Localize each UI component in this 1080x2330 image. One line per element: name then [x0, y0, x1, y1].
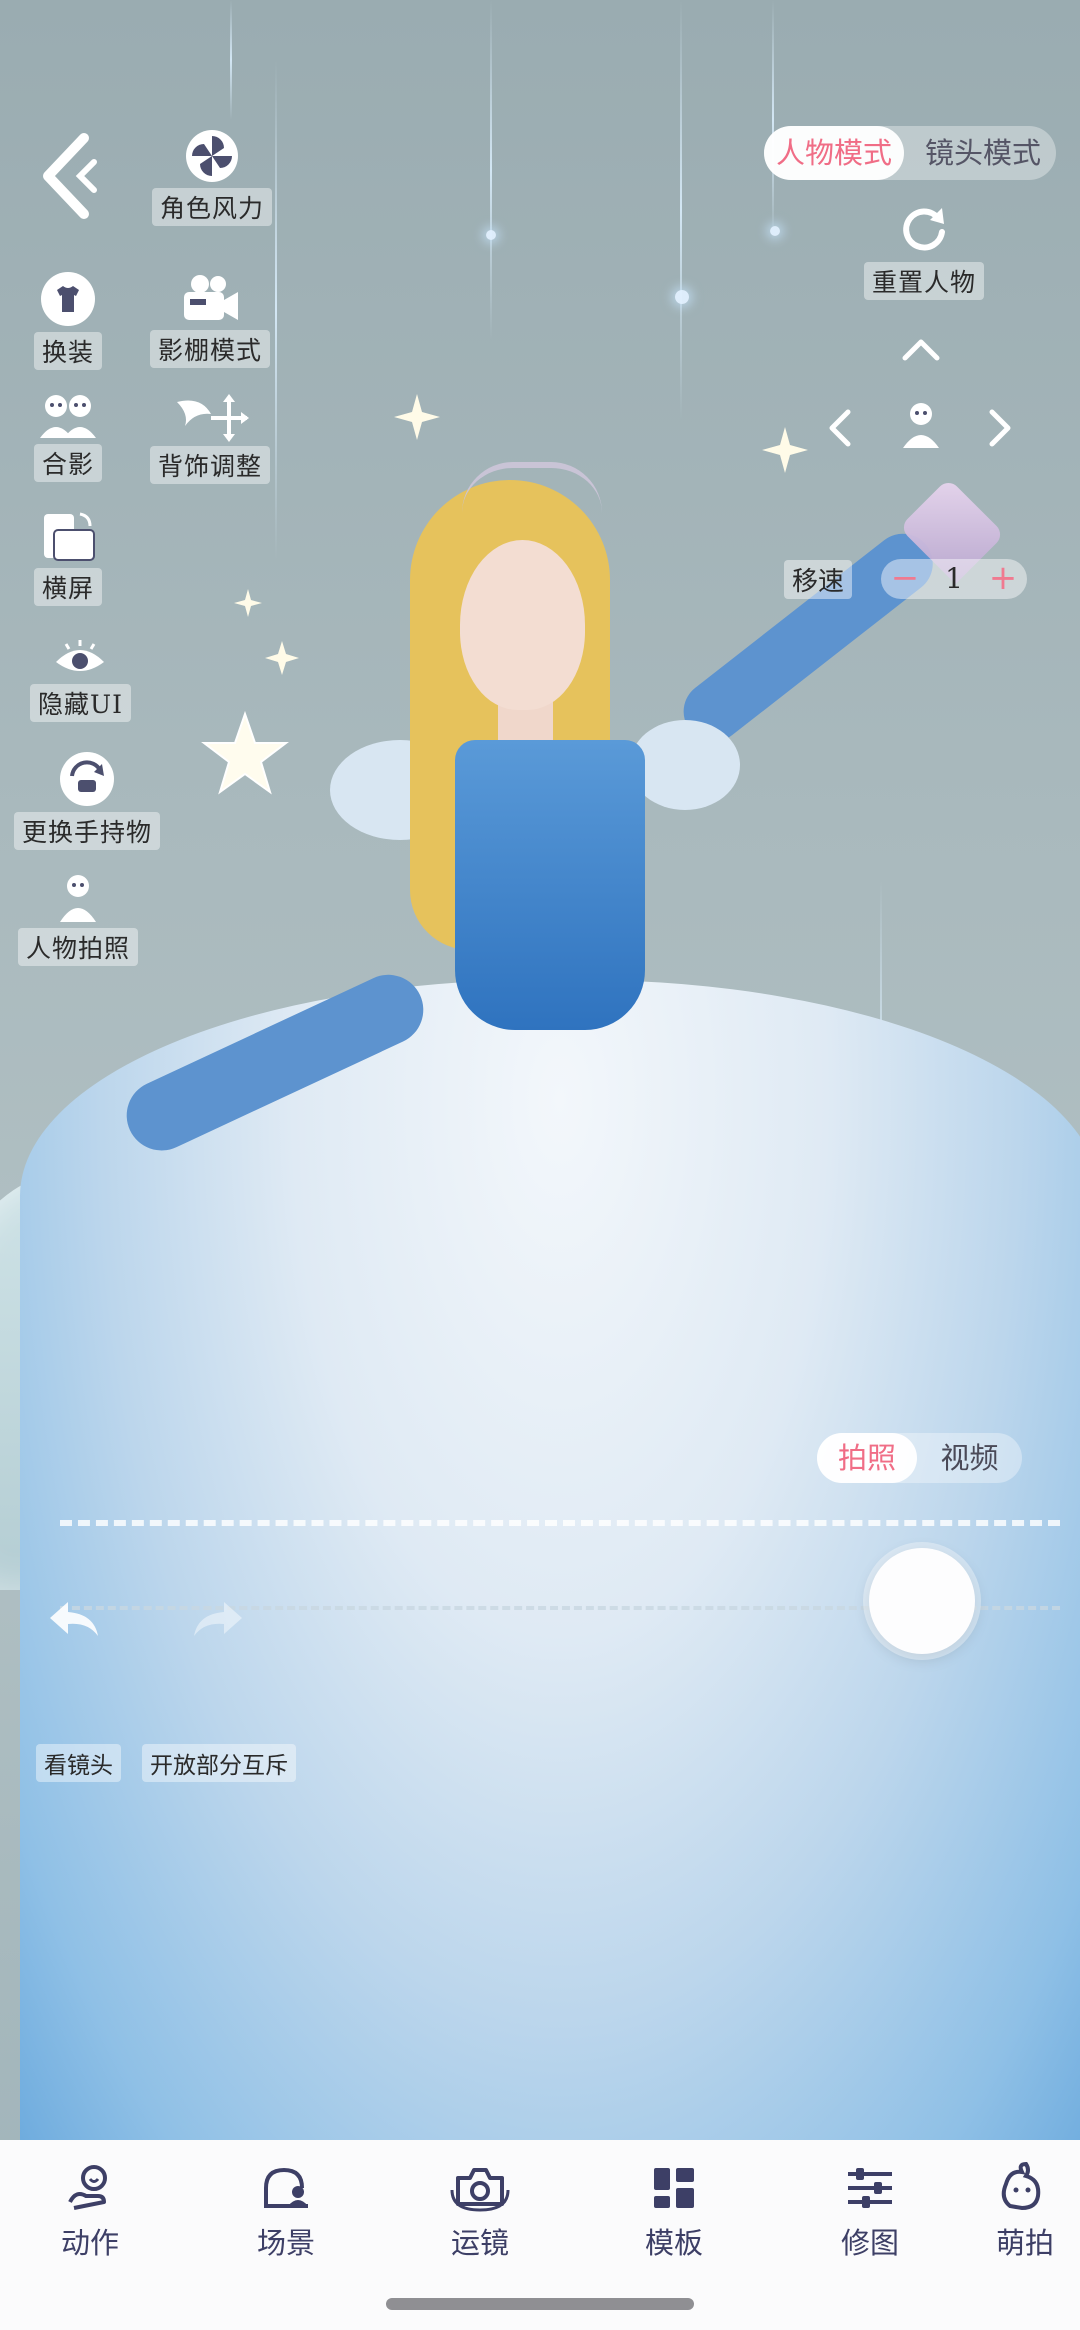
tiara — [462, 462, 602, 513]
mode-toggle[interactable]: 人物模式 镜头模式 — [764, 126, 1056, 180]
pose-icon — [68, 2165, 107, 2210]
star-decoration — [234, 589, 262, 617]
sparkle — [770, 226, 780, 236]
back-accessory-label: 背饰调整 — [150, 446, 271, 484]
sparkle — [675, 290, 689, 304]
tab-cute-label: 萌拍 — [996, 2226, 1055, 2260]
light-ray — [230, 0, 232, 120]
chevron-right-icon[interactable] — [988, 408, 1014, 448]
look-at-camera-button[interactable]: 看镜头 — [36, 1744, 121, 1782]
capture-mode-toggle[interactable]: 拍照 视频 — [817, 1433, 1022, 1483]
outfit-button[interactable]: 换装 — [34, 270, 103, 370]
tab-camera-move-label: 运镜 — [450, 2226, 509, 2260]
shutter-button[interactable] — [869, 1548, 975, 1654]
tab-edit[interactable]: 修图 — [800, 2162, 940, 2262]
right-arm — [671, 521, 945, 754]
hide-ui-label: 隐藏UI — [30, 684, 131, 722]
star-decoration — [762, 427, 808, 473]
photo-tab[interactable]: 拍照 — [817, 1433, 917, 1483]
speed-plus-button[interactable]: + — [983, 559, 1023, 599]
wind-button[interactable]: 角色风力 — [152, 128, 273, 226]
tab-scene-label: 场景 — [256, 2226, 315, 2260]
right-sleeve — [630, 720, 740, 810]
tab-camera-move[interactable]: 运镜 — [410, 2162, 550, 2262]
studio-mode-button[interactable]: 影棚模式 — [150, 272, 271, 368]
speed-minus-button[interactable]: − — [885, 559, 925, 599]
video-tab[interactable]: 视频 — [917, 1433, 1022, 1483]
tab-edit-label: 修图 — [840, 2226, 899, 2260]
speed-label: 移速 — [784, 560, 853, 599]
reset-person-label: 重置人物 — [864, 262, 985, 300]
eye-icon — [56, 640, 105, 671]
swap-handheld-icon — [60, 752, 114, 806]
person-icon — [903, 403, 939, 448]
tab-cute[interactable]: 萌拍 — [996, 2162, 1080, 2262]
chevron-up-icon[interactable] — [901, 336, 941, 362]
star-decoration — [201, 710, 289, 795]
back-button[interactable] — [38, 132, 102, 220]
refresh-icon — [903, 208, 945, 251]
tab-template[interactable]: 模板 — [604, 2162, 744, 2262]
landscape-button[interactable]: 横屏 — [34, 510, 103, 606]
redo-icon[interactable] — [190, 1596, 246, 1642]
person-mode-tab[interactable]: 人物模式 — [764, 126, 904, 180]
cute-icon — [1001, 2162, 1041, 2211]
group-photo-button[interactable]: 合影 — [34, 390, 103, 482]
chevron-left-icon[interactable] — [826, 408, 852, 448]
fan-icon — [186, 130, 238, 182]
light-ray — [680, 0, 682, 420]
outfit-swap-icon — [41, 272, 95, 326]
tab-scene[interactable]: 场景 — [216, 2162, 356, 2262]
chevron-left-icon — [43, 133, 97, 219]
tab-template-label: 模板 — [644, 2226, 703, 2260]
change-handheld-label: 更换手持物 — [14, 812, 161, 850]
star-decoration — [394, 394, 440, 440]
star-decoration — [265, 641, 299, 675]
template-icon — [654, 2168, 694, 2208]
person-photo-button[interactable]: 人物拍照 — [18, 872, 139, 966]
outfit-label: 换装 — [34, 332, 103, 370]
person-photo-label: 人物拍照 — [18, 928, 139, 966]
sparkle — [486, 230, 496, 240]
back-accessory-button[interactable]: 背饰调整 — [150, 392, 271, 484]
camera-mode-tab[interactable]: 镜头模式 — [910, 126, 1056, 180]
scene-icon — [264, 2167, 308, 2208]
group-photo-label: 合影 — [34, 444, 103, 482]
tab-pose[interactable]: 动作 — [20, 2162, 160, 2262]
light-ray — [490, 0, 492, 340]
change-handheld-button[interactable]: 更换手持物 — [14, 750, 161, 850]
adjust-icon — [848, 2168, 892, 2208]
speed-value: 1 — [945, 562, 963, 595]
person-photo-icon — [60, 875, 96, 922]
wing-move-icon — [177, 394, 249, 442]
speed-stepper[interactable]: − 1 + — [881, 559, 1027, 599]
person-center-icon — [898, 400, 944, 450]
light-ray — [275, 60, 277, 560]
undo-icon[interactable] — [46, 1596, 102, 1642]
home-indicator[interactable] — [386, 2298, 694, 2310]
wind-label: 角色风力 — [152, 188, 273, 226]
light-ray — [772, 0, 774, 240]
landscape-label: 横屏 — [34, 568, 103, 606]
studio-mode-label: 影棚模式 — [150, 330, 271, 368]
group-photo-icon — [40, 395, 96, 438]
video-camera-icon — [184, 275, 238, 320]
face — [460, 540, 585, 710]
partial-interaction-button[interactable]: 开放部分互斥 — [142, 1744, 296, 1782]
tab-pose-label: 动作 — [60, 2226, 119, 2260]
hide-ui-button[interactable]: 隐藏UI — [30, 636, 131, 722]
landscape-icon — [44, 512, 95, 561]
bodice — [455, 740, 645, 1030]
reset-person-button[interactable]: 重置人物 — [864, 202, 985, 300]
camera-icon — [450, 2168, 510, 2212]
